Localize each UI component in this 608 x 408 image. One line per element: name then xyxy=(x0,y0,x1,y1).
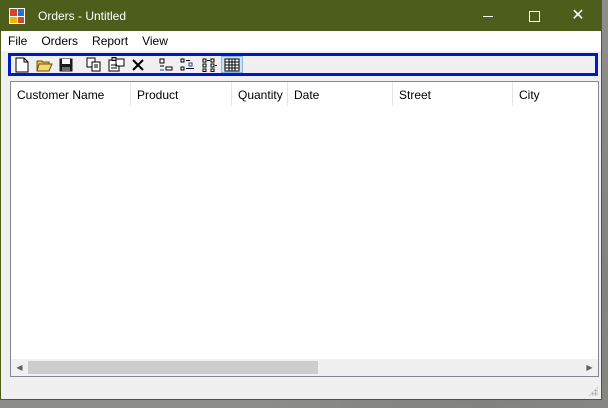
save-icon xyxy=(59,58,73,71)
small-icons-button[interactable] xyxy=(177,56,199,73)
menu-bar: File Orders Report View xyxy=(1,31,601,51)
new-document-icon xyxy=(15,57,29,72)
scrollbar-thumb[interactable] xyxy=(28,361,318,374)
small-icons-view-icon xyxy=(180,58,194,70)
maximize-icon xyxy=(528,10,540,22)
toolbar-highlight xyxy=(8,53,598,76)
menu-report[interactable]: Report xyxy=(85,34,135,48)
status-bar xyxy=(1,378,601,399)
app-icon xyxy=(9,8,25,24)
menu-view[interactable]: View xyxy=(135,34,175,48)
menu-file[interactable]: File xyxy=(1,34,34,48)
orders-window: Orders - Untitled ✕ File Orders Report V… xyxy=(0,0,602,400)
new-button[interactable] xyxy=(11,56,33,73)
details-button[interactable] xyxy=(221,56,243,73)
minimize-icon xyxy=(483,15,493,17)
resize-grip-icon[interactable] xyxy=(588,386,598,396)
column-header-street[interactable]: Street xyxy=(393,82,513,106)
list-header: Customer Name Product Quantity Date Stre… xyxy=(11,82,598,106)
properties-button[interactable] xyxy=(105,56,127,73)
close-icon: ✕ xyxy=(571,7,585,24)
large-icons-view-icon xyxy=(159,58,173,70)
orders-list-view[interactable]: Customer Name Product Quantity Date Stre… xyxy=(10,81,599,377)
delete-button[interactable] xyxy=(127,56,149,73)
open-button[interactable] xyxy=(33,56,55,73)
column-header-quantity[interactable]: Quantity xyxy=(232,82,288,106)
chevron-right-icon: ▶ xyxy=(586,363,593,372)
column-header-city[interactable]: City xyxy=(513,82,598,106)
minimize-button[interactable] xyxy=(465,1,511,31)
close-button[interactable]: ✕ xyxy=(555,1,601,31)
scroll-left-button[interactable]: ◀ xyxy=(11,359,28,376)
column-header-date[interactable]: Date xyxy=(288,82,393,106)
properties-icon xyxy=(108,57,124,72)
list-view-icon xyxy=(202,58,217,72)
delete-icon xyxy=(132,58,144,71)
column-header-customer-name[interactable]: Customer Name xyxy=(11,82,131,106)
chevron-left-icon: ◀ xyxy=(16,363,23,372)
menu-orders[interactable]: Orders xyxy=(34,34,85,48)
list-button[interactable] xyxy=(199,56,221,73)
copy-button[interactable] xyxy=(83,56,105,73)
scroll-right-button[interactable]: ▶ xyxy=(581,359,598,376)
details-view-icon xyxy=(224,58,240,71)
copy-icon xyxy=(86,57,101,72)
column-header-product[interactable]: Product xyxy=(131,82,232,106)
large-icons-button[interactable] xyxy=(155,56,177,73)
save-button[interactable] xyxy=(55,56,77,73)
toolbar xyxy=(11,56,243,73)
window-title: Orders - Untitled xyxy=(38,9,127,23)
title-bar[interactable]: Orders - Untitled ✕ xyxy=(1,1,601,31)
open-folder-icon xyxy=(35,60,53,71)
maximize-button[interactable] xyxy=(511,1,557,31)
horizontal-scrollbar[interactable]: ◀ ▶ xyxy=(11,359,598,376)
